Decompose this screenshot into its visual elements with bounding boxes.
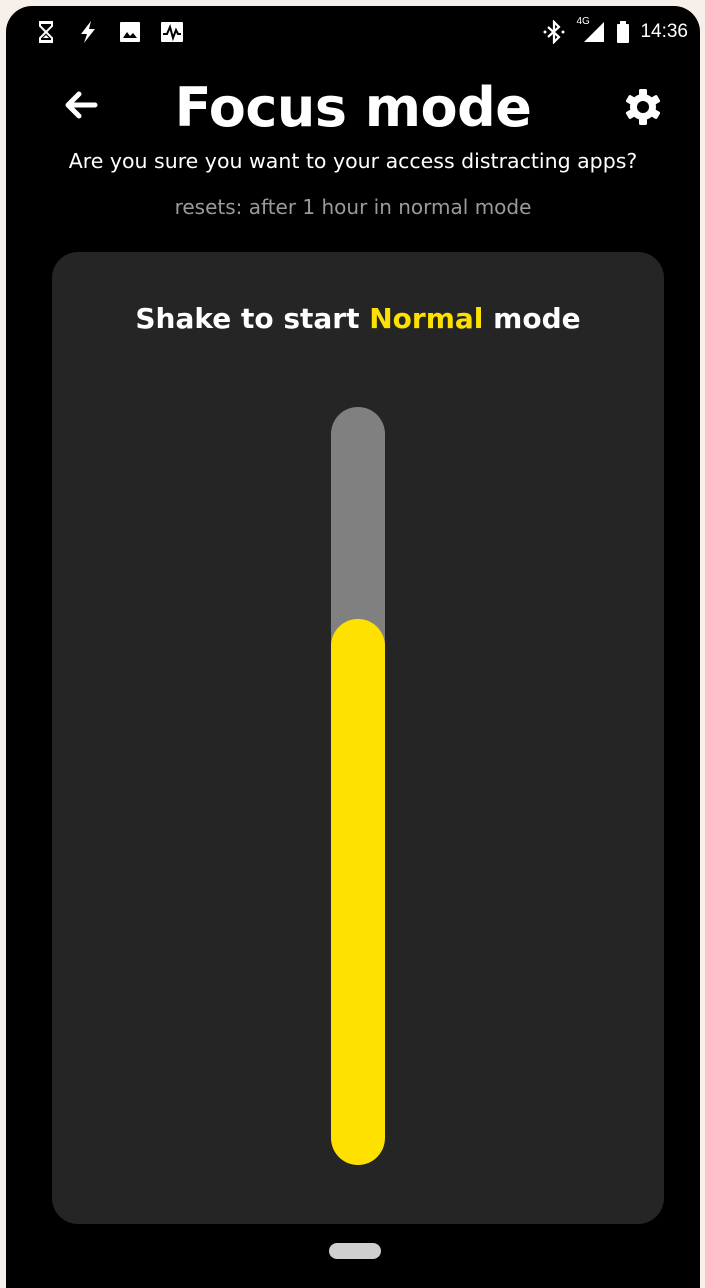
shake-progress-track: [331, 407, 385, 1165]
shake-progress-fill: [331, 619, 385, 1165]
heading-prefix: Shake to start: [135, 302, 370, 335]
activity-icon: [160, 20, 184, 44]
battery-icon: [616, 20, 630, 44]
phone-screen: 4G 14:36 Focus mode Are you sure you wan…: [6, 6, 700, 1288]
network-label: 4G: [576, 16, 590, 27]
home-indicator[interactable]: [329, 1243, 381, 1259]
signal-icon: 4G: [576, 16, 606, 44]
gear-icon: [623, 87, 663, 132]
status-bar-left-icons: [34, 20, 184, 44]
bluetooth-icon: [542, 20, 566, 44]
settings-button[interactable]: [618, 84, 668, 134]
status-bar: 4G 14:36: [6, 6, 700, 58]
heading-suffix: mode: [483, 302, 581, 335]
status-bar-right-icons: 4G 14:36: [542, 16, 688, 44]
card-heading: Shake to start Normal mode: [52, 302, 664, 335]
confirmation-prompt: Are you sure you want to your access dis…: [68, 149, 638, 173]
hourglass-icon: [34, 20, 58, 44]
page-title: Focus mode: [174, 76, 532, 139]
reset-note: resets: after 1 hour in normal mode: [174, 195, 532, 219]
heading-accent: Normal: [369, 302, 484, 335]
image-icon: [118, 20, 142, 44]
status-time: 14:36: [640, 21, 688, 42]
flash-icon: [76, 20, 100, 44]
shake-card: Shake to start Normal mode: [52, 252, 664, 1224]
